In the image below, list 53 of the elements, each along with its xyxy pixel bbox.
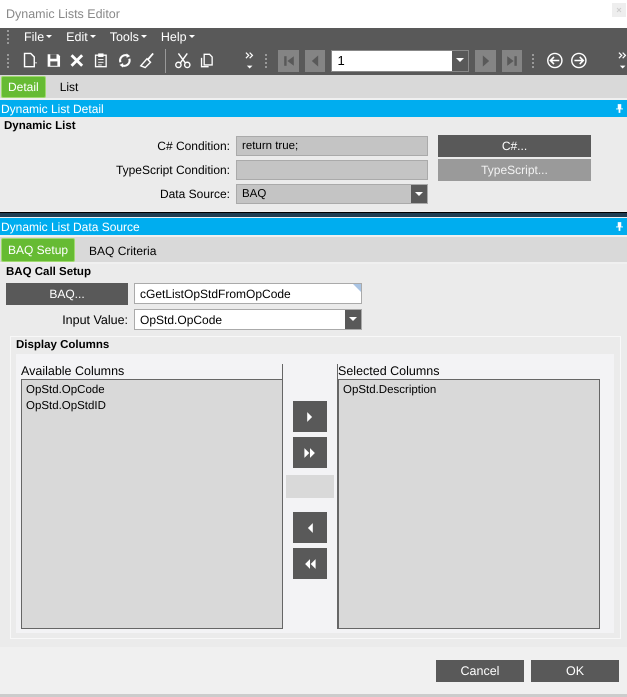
dialog-button[interactable]: OK [531,660,619,682]
panel-title: Dynamic List Detail [1,102,104,116]
field-label: Input Value: [61,312,128,326]
baq-name-field[interactable]: cGetListOpStdFromOpCode [134,283,362,304]
add-column-button[interactable] [293,401,327,432]
caret-icon [349,317,357,322]
list-title: Selected Columns [338,364,440,378]
caret-icon [456,58,464,63]
menu-item[interactable]: File [19,30,58,44]
text-field[interactable]: return true; [236,136,428,156]
tab[interactable]: BAQ Criteria [83,240,162,262]
dropdown-field[interactable]: OpStd.OpCode [134,309,362,330]
window-title: Dynamic Lists Editor [6,7,120,21]
cut-icon[interactable] [174,51,192,70]
caret-icon [140,35,147,39]
text-field[interactable] [236,160,428,180]
list-title: Available Columns [21,364,126,378]
caret-icon [46,35,52,39]
list-item[interactable]: OpStd.OpCode [26,382,278,398]
field-label: C# Condition: [156,139,230,153]
pin-icon[interactable] [616,104,623,113]
spacer-bar [286,475,334,498]
overflow-icon[interactable] [245,50,255,72]
field-label: TypeScript Condition: [114,163,230,177]
dialog-button[interactable]: Cancel [436,660,524,682]
record-field[interactable]: 1 [331,50,470,72]
corner-marker-icon [353,284,361,292]
remove-all-button[interactable] [293,548,327,579]
double-triangle-left-icon [303,556,317,570]
menu-item[interactable]: Tools [104,30,152,44]
panel-title: Dynamic List Data Source [1,220,140,234]
menu-item[interactable]: Help [156,30,200,44]
add-all-button[interactable] [293,437,327,468]
field-label: Data Source: [158,187,230,201]
caret-icon [415,192,423,196]
dropdown-field[interactable]: BAQ [236,184,428,204]
caret-icon [90,35,96,39]
pin-icon[interactable] [616,222,623,231]
tab[interactable]: List [54,76,84,98]
remove-column-button[interactable] [293,512,327,543]
group-title: BAQ Call Setup [6,266,92,278]
forward-icon[interactable] [570,51,588,70]
double-triangle-right-icon [303,446,317,460]
back-icon[interactable] [546,51,564,70]
editor-button[interactable]: C#... [438,135,591,157]
group-title: Dynamic List [4,120,77,132]
group-title: Display Columns [16,339,110,351]
overflow-icon[interactable] [618,50,627,72]
baq-button[interactable]: BAQ... [6,282,128,304]
menu-item[interactable]: Edit [61,30,101,44]
caret-icon [188,35,195,39]
list-item[interactable]: OpStd.Description [343,382,595,398]
list-item[interactable]: OpStd.OpStdID [26,398,278,414]
